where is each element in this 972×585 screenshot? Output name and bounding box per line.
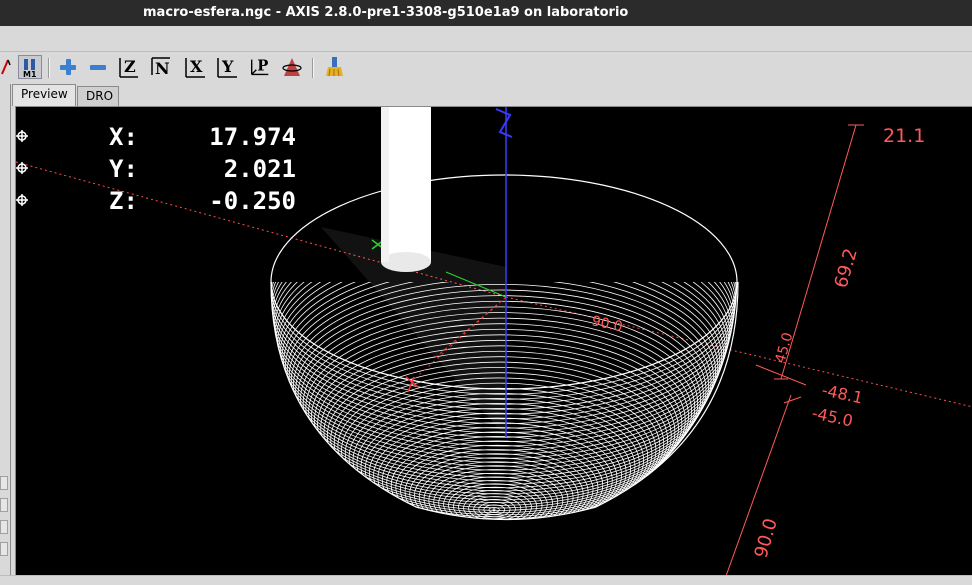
toolbar-separator	[48, 58, 50, 78]
left-panel-strip	[0, 84, 11, 584]
view-z2-icon[interactable]: N	[149, 55, 173, 79]
view-z-icon[interactable]: Z	[116, 55, 140, 79]
toolbar-separator	[312, 58, 314, 78]
view-x-icon[interactable]: X	[183, 55, 207, 79]
toolpath-ring	[483, 504, 506, 515]
y-extent-tick	[783, 396, 802, 404]
svg-text:X: X	[190, 57, 203, 76]
z-axis-label	[495, 108, 513, 138]
toolpath-ring	[433, 472, 559, 520]
left-panel-button[interactable]	[0, 476, 8, 490]
tab-preview[interactable]: Preview	[12, 84, 76, 106]
clear-backplot-icon[interactable]	[322, 55, 346, 79]
toggle-feed-icon[interactable]	[0, 55, 18, 79]
dro-x-value: 17.974	[209, 123, 296, 151]
homed-icon	[16, 130, 28, 142]
left-panel-button[interactable]	[0, 542, 8, 556]
svg-text:P: P	[257, 58, 268, 75]
left-panel-button[interactable]	[0, 498, 8, 512]
svg-text:N: N	[155, 59, 170, 78]
dro-x-row: X: 17.974	[16, 121, 296, 153]
window-title: macro-esfera.ngc - AXIS 2.8.0-pre1-3308-…	[143, 5, 629, 20]
y-min-label: -45.0	[810, 403, 854, 430]
dro-y-row: Y: 2.021	[16, 153, 296, 185]
zoom-in-icon[interactable]	[56, 55, 80, 79]
tool-highlight	[381, 107, 389, 262]
y-extent-small-label: 45.0	[772, 331, 796, 365]
left-panel-button[interactable]	[0, 520, 8, 534]
homed-icon	[16, 162, 28, 174]
dro-z-label: Z:	[109, 187, 138, 215]
y-extent-label: 90.0	[751, 516, 782, 560]
view-perspective-icon[interactable]: P	[248, 55, 272, 79]
svg-text:Y: Y	[221, 57, 234, 76]
preview-canvas[interactable]: 21.1 69.2 45.0 90.0 -48.1 -45.0 90.0 X: …	[15, 106, 972, 576]
z-extent-label: 69.2	[831, 246, 862, 290]
dro-overlay: X: 17.974 Y: 2.021 Z: -0.250	[16, 121, 296, 217]
dro-z-row: Z: -0.250	[16, 185, 296, 217]
view-y-icon[interactable]: Y	[215, 55, 239, 79]
m1-label: M1	[23, 70, 37, 78]
x-min-tick	[755, 364, 807, 386]
dro-x-label: X:	[109, 123, 138, 151]
z-max-label: 21.1	[883, 125, 925, 147]
x-extent-label: 90.0	[590, 313, 624, 335]
dro-y-label: Y:	[109, 155, 138, 183]
dro-y-value: 2.021	[223, 155, 296, 183]
svg-text:Z: Z	[124, 57, 136, 76]
rotate-view-icon[interactable]	[280, 55, 304, 79]
title-bar: macro-esfera.ngc - AXIS 2.8.0-pre1-3308-…	[0, 0, 972, 26]
toolbar: M1 Z N X Y P	[0, 52, 972, 84]
x-min-label: -48.1	[820, 380, 864, 407]
menu-bar	[0, 26, 972, 52]
homed-icon	[16, 194, 28, 206]
optional-stop-button[interactable]: M1	[18, 55, 42, 79]
tab-dro[interactable]: DRO	[77, 86, 119, 106]
dro-z-value: -0.250	[209, 187, 296, 215]
zoom-out-icon[interactable]	[86, 55, 110, 79]
